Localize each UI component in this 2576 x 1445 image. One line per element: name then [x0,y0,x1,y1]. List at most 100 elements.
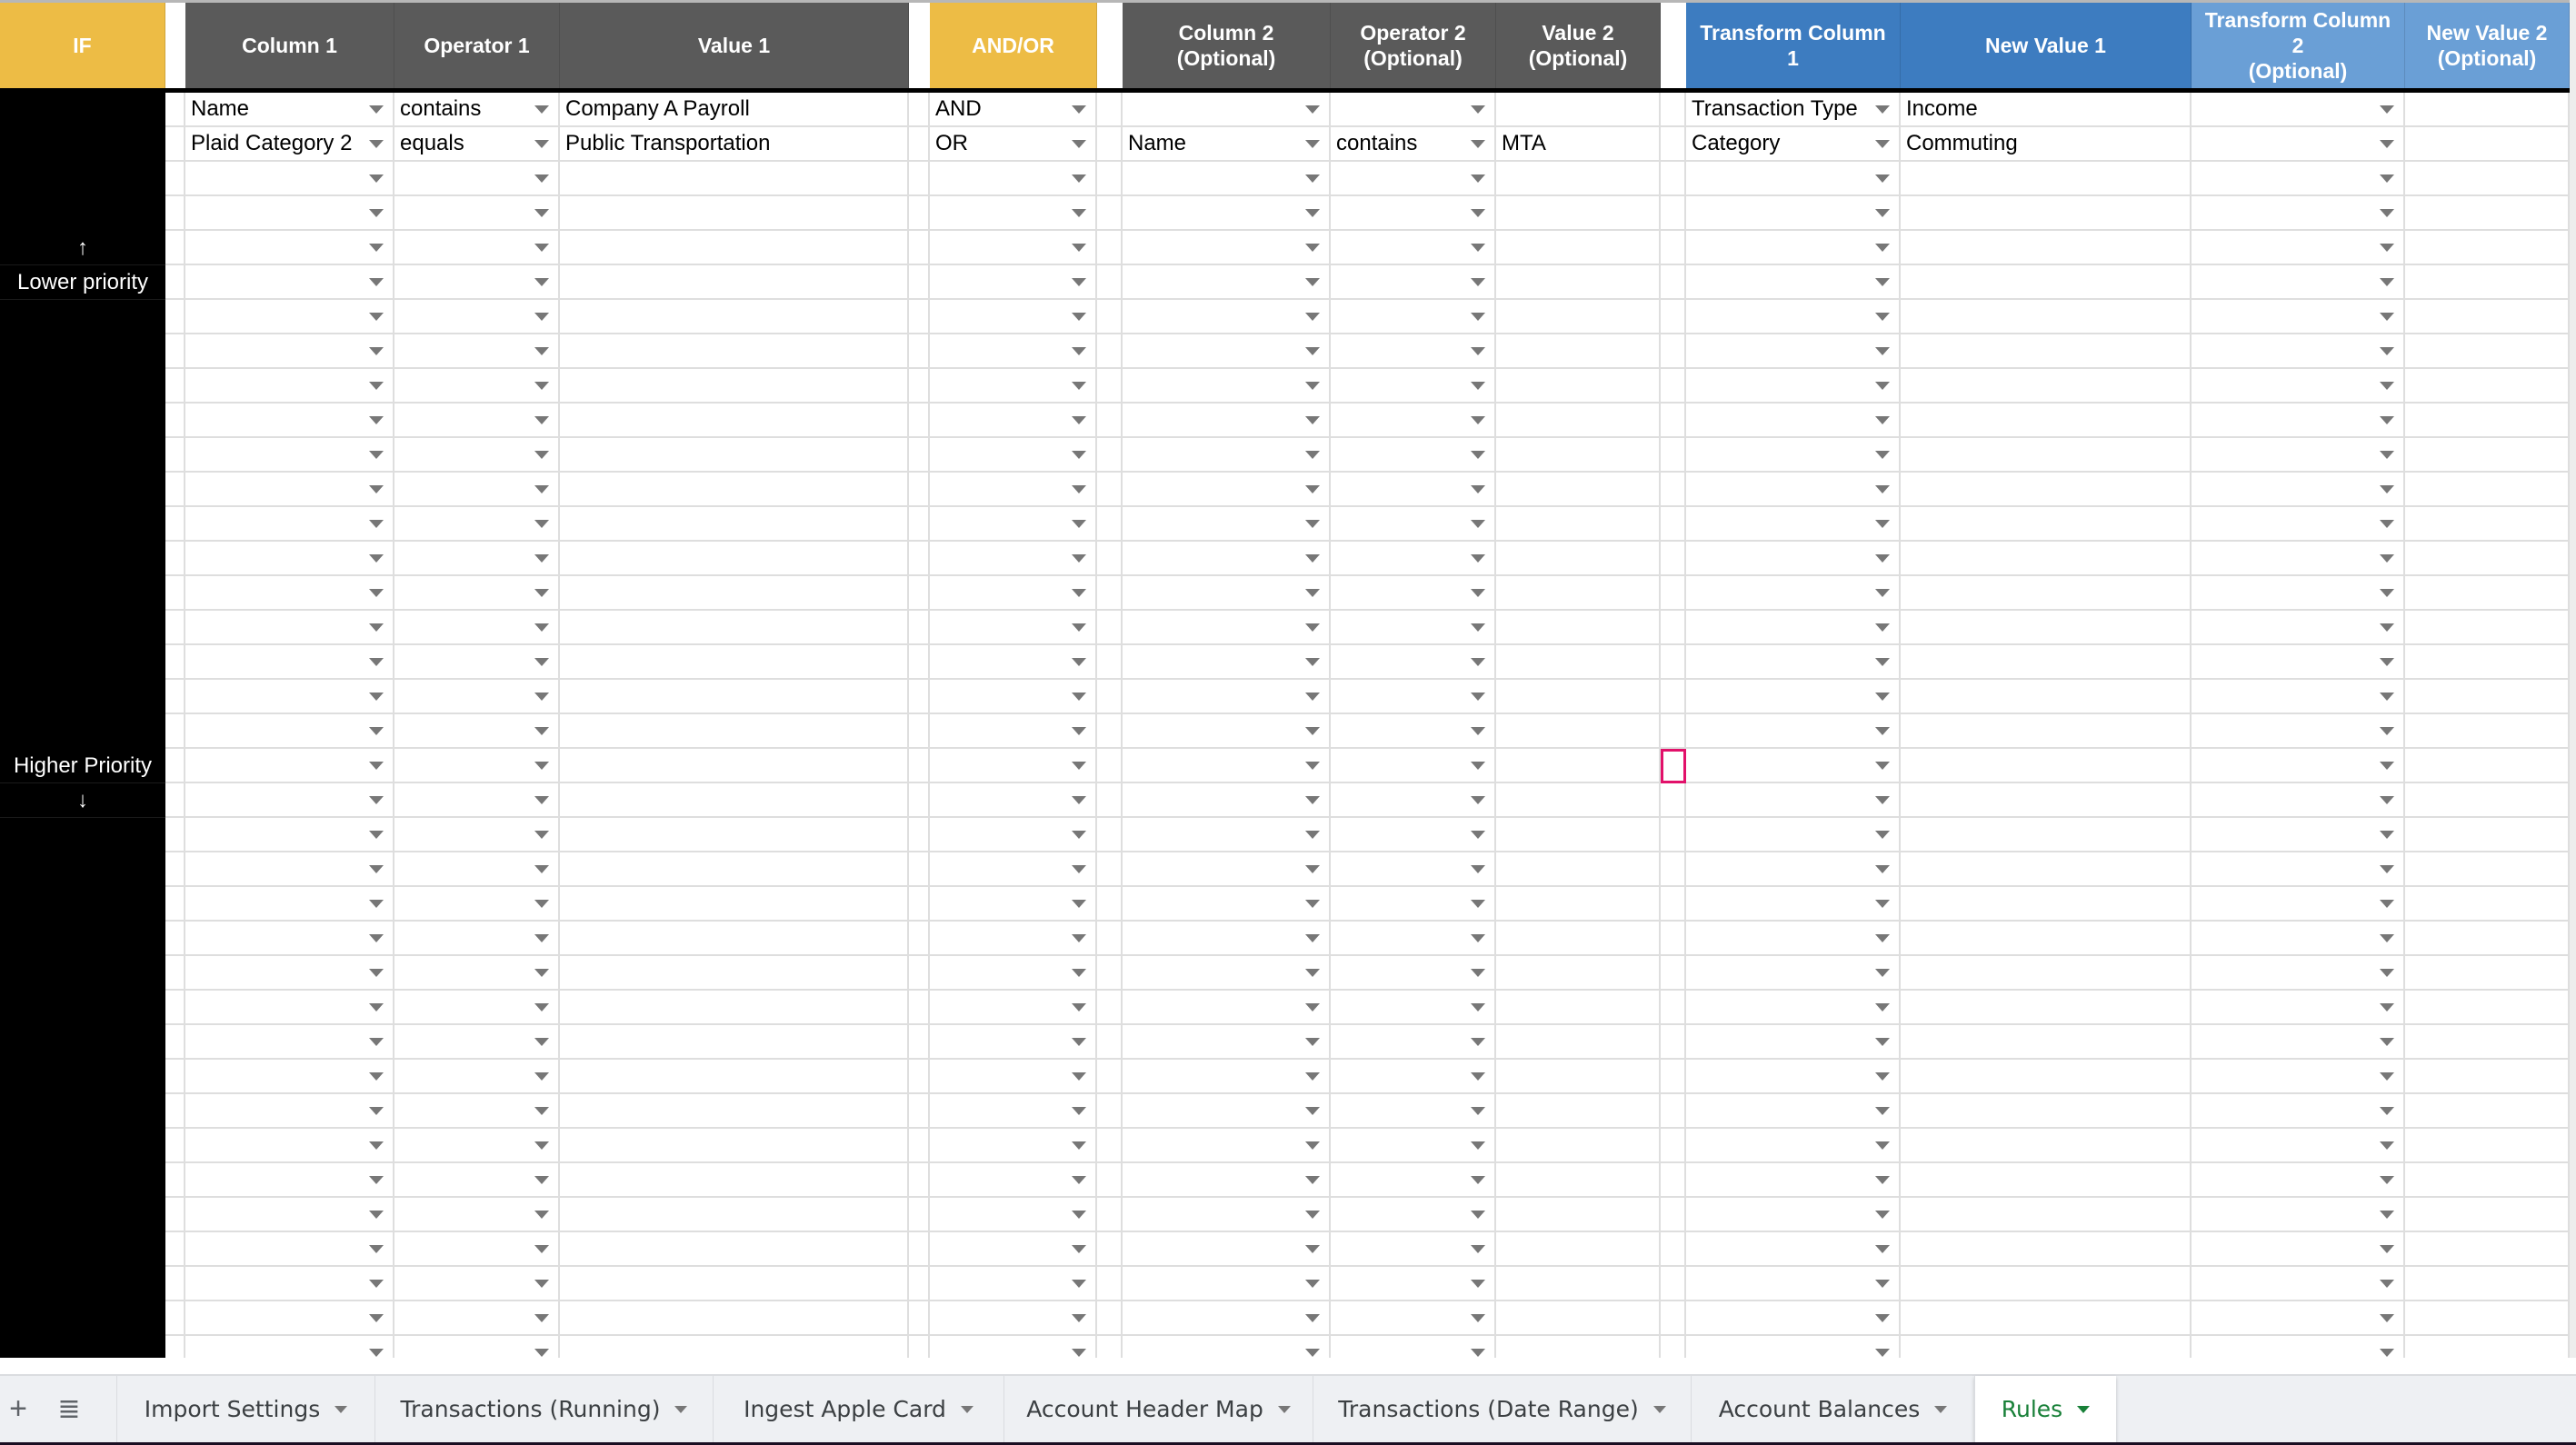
value2-cell[interactable] [1496,714,1661,749]
operator1-cell[interactable] [394,473,560,507]
dropdown-arrow-icon[interactable] [1471,1245,1485,1253]
dropdown-arrow-icon[interactable] [2380,623,2394,632]
dropdown-arrow-icon[interactable] [534,969,549,977]
dropdown-arrow-icon[interactable] [534,900,549,908]
spacer-cell[interactable] [909,265,930,300]
spacer-cell[interactable] [1661,783,1686,818]
value2-cell[interactable] [1496,1232,1661,1267]
dropdown-arrow-icon[interactable] [2380,140,2394,148]
operator1-cell[interactable] [394,196,560,231]
andor-cell[interactable] [930,956,1097,991]
spacer-cell[interactable] [165,265,185,300]
spacer-cell[interactable] [1661,265,1686,300]
operator2-cell[interactable] [1331,473,1496,507]
dropdown-arrow-icon[interactable] [369,1280,384,1288]
dropdown-arrow-icon[interactable] [2380,969,2394,977]
dropdown-arrow-icon[interactable] [1471,105,1485,114]
spacer-cell[interactable] [1661,1232,1686,1267]
dropdown-arrow-icon[interactable] [369,105,384,114]
dropdown-arrow-icon[interactable] [1471,382,1485,390]
transform-column2-cell[interactable] [2192,749,2405,783]
dropdown-arrow-icon[interactable] [1305,1003,1320,1012]
spacer-cell[interactable] [165,611,185,645]
operator2-cell[interactable] [1331,714,1496,749]
spacer-cell[interactable] [1661,680,1686,714]
dropdown-arrow-icon[interactable] [2380,554,2394,563]
value1-cell[interactable] [560,749,909,783]
dropdown-arrow-icon[interactable] [1875,416,1890,424]
new-value2-cell[interactable] [2405,1198,2570,1232]
column2-cell[interactable] [1123,645,1331,680]
value1-cell[interactable]: Public Transportation [560,127,909,162]
spacer-cell[interactable] [165,473,185,507]
column2-cell[interactable]: Name [1123,127,1331,162]
spacer-cell[interactable] [909,1232,930,1267]
column2-cell[interactable] [1123,1060,1331,1094]
spacer-cell[interactable] [1097,1301,1123,1336]
transform-column1-cell[interactable] [1686,1129,1901,1163]
value2-cell[interactable] [1496,922,1661,956]
new-value2-cell[interactable] [2405,1025,2570,1060]
header-if[interactable]: IF [0,3,165,88]
transform-column2-cell[interactable] [2192,334,2405,369]
column2-cell[interactable] [1123,749,1331,783]
spacer-cell[interactable] [1661,991,1686,1025]
value2-cell[interactable] [1496,783,1661,818]
spacer-cell[interactable] [1097,1094,1123,1129]
value1-cell[interactable] [560,300,909,334]
new-value2-cell[interactable] [2405,231,2570,265]
spacer-cell[interactable] [165,1094,185,1129]
column2-cell[interactable] [1123,162,1331,196]
column1-cell[interactable] [185,749,394,783]
dropdown-arrow-icon[interactable] [1072,278,1086,286]
operator2-cell[interactable] [1331,1198,1496,1232]
value1-cell[interactable] [560,1232,909,1267]
column1-cell[interactable] [185,783,394,818]
column2-cell[interactable] [1123,265,1331,300]
operator2-cell[interactable] [1331,749,1496,783]
dropdown-arrow-icon[interactable] [1072,727,1086,735]
spacer-cell[interactable] [1097,438,1123,473]
vertical-scrollbar-track[interactable] [2570,0,2576,1358]
new-value2-cell[interactable] [2405,887,2570,922]
dropdown-arrow-icon[interactable] [369,865,384,873]
new-value2-cell[interactable] [2405,1129,2570,1163]
spacer-cell[interactable] [165,852,185,887]
transform-column2-cell[interactable] [2192,852,2405,887]
dropdown-arrow-icon[interactable] [1875,934,1890,942]
value1-cell[interactable] [560,611,909,645]
dropdown-arrow-icon[interactable] [369,520,384,528]
spacer-cell[interactable] [1097,611,1123,645]
transform-column1-cell[interactable] [1686,922,1901,956]
column2-cell[interactable] [1123,334,1331,369]
operator1-cell[interactable] [394,162,560,196]
value1-cell[interactable] [560,714,909,749]
dropdown-arrow-icon[interactable] [1875,554,1890,563]
spacer-cell[interactable] [909,991,930,1025]
column1-cell[interactable] [185,956,394,991]
dropdown-arrow-icon[interactable] [534,1107,549,1115]
value2-cell[interactable] [1496,1198,1661,1232]
column1-cell[interactable] [185,1232,394,1267]
spacer-cell[interactable] [909,334,930,369]
spacer-cell[interactable] [1661,714,1686,749]
value2-cell[interactable] [1496,404,1661,438]
transform-column1-cell[interactable] [1686,162,1901,196]
spacer-cell[interactable] [1661,334,1686,369]
operator2-cell[interactable] [1331,265,1496,300]
new-value1-cell[interactable] [1901,1232,2192,1267]
dropdown-arrow-icon[interactable] [2380,1245,2394,1253]
new-value2-cell[interactable] [2405,1232,2570,1267]
transform-column1-cell[interactable] [1686,369,1901,404]
new-value1-cell[interactable] [1901,369,2192,404]
dropdown-arrow-icon[interactable] [2380,693,2394,701]
dropdown-arrow-icon[interactable] [1471,1107,1485,1115]
spacer-cell[interactable] [1097,542,1123,576]
transform-column2-cell[interactable] [2192,818,2405,852]
value2-cell[interactable] [1496,956,1661,991]
transform-column1-cell[interactable] [1686,1336,1901,1358]
dropdown-arrow-icon[interactable] [1305,347,1320,355]
transform-column1-cell[interactable] [1686,1060,1901,1094]
column1-cell[interactable] [185,542,394,576]
spacer-cell[interactable] [1661,1025,1686,1060]
